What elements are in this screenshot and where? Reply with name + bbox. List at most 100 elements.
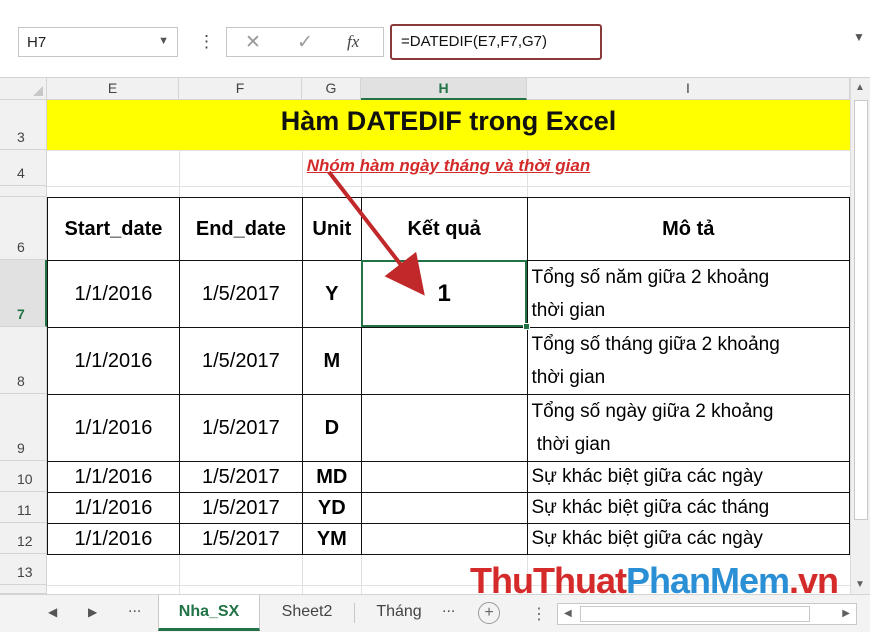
unit-cell[interactable]: YD [301,492,362,524]
header-result[interactable]: Kết quả [360,197,528,261]
end-date-cell[interactable]: 1/5/2017 [178,327,303,395]
insert-function-icon[interactable]: fx [347,32,359,52]
description-line: Tổng số năm giữa 2 khoảng [531,267,770,288]
h-scroll-thumb[interactable] [580,606,810,622]
unit-cell[interactable]: M [301,327,362,395]
row-header-5[interactable] [0,186,47,197]
start-date-cell[interactable]: 1/1/2016 [47,327,180,395]
header-unit[interactable]: Unit [301,197,362,261]
end-date-cell[interactable]: 1/5/2017 [178,260,303,328]
column-header-i[interactable]: I [527,78,850,100]
description-cell[interactable]: Sự khác biệt giữa các ngày [526,523,850,555]
scroll-right-icon[interactable]: ▶ [842,608,850,619]
fill-handle[interactable] [523,323,530,330]
unit-cell[interactable]: D [301,394,362,462]
expand-icon[interactable]: ▼ [853,30,865,44]
table-row: 1/1/2016 1/5/2017 YM Sự khác biệt giữa c… [47,523,850,555]
unit-cell[interactable]: YM [301,523,362,555]
result-cell[interactable] [360,394,528,462]
description-line: thời gian [531,434,611,455]
add-sheet-icon[interactable]: + [478,602,500,624]
tab-sheet2[interactable]: Sheet2 [262,595,352,631]
tab-more-left[interactable]: ... [128,599,141,617]
scroll-thumb[interactable] [854,100,868,520]
vertical-scrollbar[interactable]: ▲ ▼ [850,78,870,594]
cancel-icon[interactable]: ✕ [245,31,261,54]
scroll-left-icon[interactable]: ◀ [564,608,572,619]
table-row: 1/1/2016 1/5/2017 D Tổng số ngày giữa 2 … [47,394,850,462]
row-header-6[interactable]: 6 [0,197,47,260]
description-cell[interactable]: Tổng số ngày giữa 2 khoảng thời gian [526,394,850,462]
row-header-14[interactable] [0,585,47,594]
unit-cell[interactable]: MD [301,461,362,493]
tab-thang[interactable]: Tháng [362,595,436,631]
start-date-cell[interactable]: 1/1/2016 [47,394,180,462]
formula-input[interactable]: =DATEDIF(E7,F7,G7) [390,24,602,60]
column-header-e[interactable]: E [47,78,179,100]
header-start-date[interactable]: Start_date [47,197,180,261]
header-description[interactable]: Mô tả [526,197,850,261]
sheet-title[interactable]: Hàm DATEDIF trong Excel [47,106,850,137]
table-header-row: Start_date End_date Unit Kết quả Mô tả [47,197,850,261]
title-band: Hàm DATEDIF trong Excel [47,100,850,150]
row-number: 12 [17,533,33,549]
unit-cell[interactable]: Y [301,260,362,328]
table-row: 1/1/2016 1/5/2017 M Tổng số tháng giữa 2… [47,327,850,395]
end-date-cell[interactable]: 1/5/2017 [178,394,303,462]
description-line: Tổng số tháng giữa 2 khoảng [531,334,780,355]
tab-next-icon[interactable]: ▶ [88,605,97,619]
column-header-f[interactable]: F [179,78,302,100]
formula-text: =DATEDIF(E7,F7,G7) [401,33,548,50]
column-header-h[interactable]: H [361,78,527,100]
chevron-down-icon[interactable]: ▼ [158,35,169,47]
select-all-button[interactable] [0,78,47,100]
result-cell[interactable] [360,327,528,395]
enter-icon[interactable]: ✓ [297,31,313,54]
row-header-13[interactable]: 13 [0,554,47,585]
start-date-cell[interactable]: 1/1/2016 [47,492,180,524]
row-number: 6 [17,239,25,255]
end-date-cell[interactable]: 1/5/2017 [178,461,303,493]
row-header-3[interactable]: 3 [0,100,47,150]
row-header-10[interactable]: 10 [0,461,47,492]
end-date-cell[interactable]: 1/5/2017 [178,492,303,524]
result-cell[interactable] [360,492,528,524]
row-number: 4 [17,165,25,181]
result-cell[interactable] [360,461,528,493]
description-cell[interactable]: Tổng số tháng giữa 2 khoảng thời gian [526,327,850,395]
description-line: thời gian [531,367,606,388]
start-date-cell[interactable]: 1/1/2016 [47,461,180,493]
name-box[interactable]: H7 ▼ [18,27,178,57]
row-header-4[interactable]: 4 [0,150,47,186]
start-date-cell[interactable]: 1/1/2016 [47,523,180,555]
description-cell[interactable]: Sự khác biệt giữa các ngày [526,461,850,493]
tab-nha-sx[interactable]: Nha_SX [158,595,260,631]
tab-prev-icon[interactable]: ◀ [48,605,57,619]
start-date-cell[interactable]: 1/1/2016 [47,260,180,328]
end-date-cell[interactable]: 1/5/2017 [178,523,303,555]
row-number: 13 [17,564,33,580]
more-options-icon[interactable]: ⋮ [198,28,215,56]
row-number: 8 [17,373,25,389]
scroll-up-icon[interactable]: ▲ [855,82,865,93]
row-header-11[interactable]: 11 [0,492,47,523]
description-line: Tổng số ngày giữa 2 khoảng [531,401,774,422]
description-cell[interactable]: Sự khác biệt giữa các tháng [526,492,850,524]
row-header-7[interactable]: 7 [0,260,47,327]
row-header-8[interactable]: 8 [0,327,47,394]
result-cell[interactable]: 1 [360,260,528,328]
row-header-9[interactable]: 9 [0,394,47,461]
scroll-down-icon[interactable]: ▼ [855,579,865,590]
tab-more-right[interactable]: ... [442,599,455,617]
table-row: 1/1/2016 1/5/2017 YD Sự khác biệt giữa c… [47,492,850,524]
sheet-subtitle[interactable]: Nhóm hàm ngày tháng và thời gian [47,156,850,176]
horizontal-scrollbar[interactable]: ◀ ▶ [557,603,857,625]
cell-grid[interactable]: Hàm DATEDIF trong Excel Nhóm hàm ngày th… [47,100,850,601]
header-end-date[interactable]: End_date [178,197,303,261]
row-header-12[interactable]: 12 [0,523,47,554]
table-row: 1/1/2016 1/5/2017 MD Sự khác biệt giữa c… [47,461,850,493]
result-cell[interactable] [360,523,528,555]
column-header-g[interactable]: G [302,78,361,100]
description-cell[interactable]: Tổng số năm giữa 2 khoảng thời gian [526,260,850,328]
split-handle-icon[interactable]: ⋮ [531,604,547,624]
